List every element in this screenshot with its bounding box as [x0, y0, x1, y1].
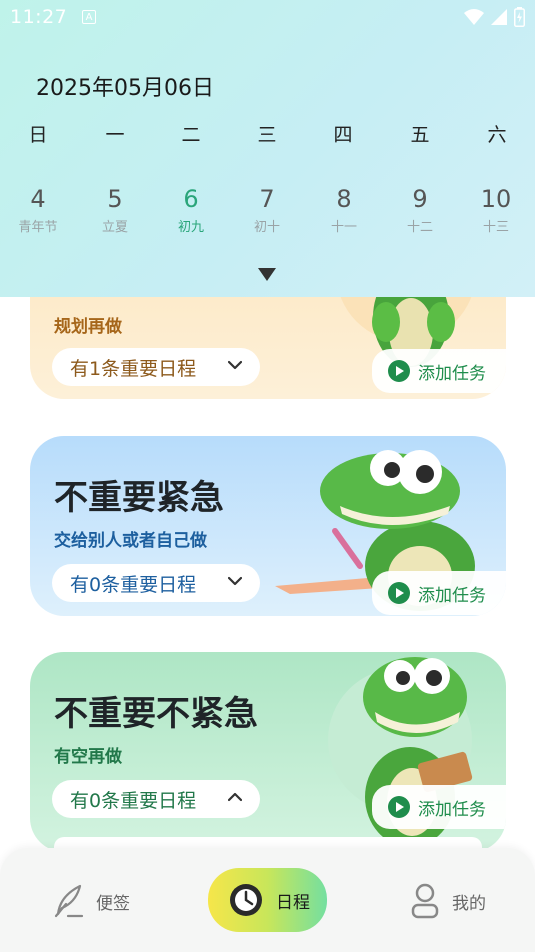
chevron-down-icon: [228, 576, 242, 586]
nav-label: 便签: [96, 893, 130, 914]
weekday-label: 二: [181, 124, 201, 146]
add-task-label: 添加任务: [418, 363, 486, 384]
notification-icon: A: [82, 10, 96, 24]
user-icon: [411, 883, 439, 919]
weekday-label: 五: [410, 124, 430, 146]
weekday-label: 日: [28, 124, 48, 146]
card-title: 不重要紧急: [54, 478, 224, 518]
quadrant-card-not-important-urgent: 不重要紧急 交给别人或者自己做 有0条重要日程 添加任务: [30, 436, 506, 616]
clock-icon: [230, 884, 262, 916]
lunar-date: 初九: [177, 220, 204, 235]
day-cell[interactable]: 9 十二: [385, 184, 455, 235]
current-date[interactable]: 2025年05月06日: [36, 70, 214, 102]
wifi-icon: [464, 9, 484, 25]
status-time: 11:27: [10, 6, 68, 28]
lunar-date: 初十: [253, 220, 280, 235]
quill-icon: [54, 884, 84, 918]
day-cell[interactable]: 5 立夏: [80, 184, 150, 235]
expand-calendar-icon[interactable]: [258, 268, 276, 282]
lunar-date: 青年节: [18, 220, 58, 235]
day-cell[interactable]: 8 十一: [309, 184, 379, 235]
weekday-label: 一: [105, 124, 125, 146]
day-cell[interactable]: 10 十三: [461, 184, 531, 235]
schedule-count-dropdown[interactable]: 有0条重要日程: [52, 564, 260, 602]
play-circle-icon: [388, 360, 410, 382]
day-number: 5: [107, 185, 123, 213]
weekday-label: 三: [257, 124, 277, 146]
status-bar: 11:27 A: [0, 0, 535, 36]
add-task-button[interactable]: 添加任务: [372, 785, 506, 829]
day-number: 4: [30, 185, 46, 213]
schedule-count-dropdown[interactable]: 有0条重要日程: [52, 780, 260, 818]
bottom-navigation: 便签 日程 我的: [0, 848, 535, 952]
schedule-count-label: 有1条重要日程: [70, 357, 197, 380]
lunar-date: 十二: [406, 220, 433, 235]
weekday-label: 六: [487, 124, 507, 146]
add-task-label: 添加任务: [418, 799, 486, 820]
weekday-label: 四: [333, 124, 353, 146]
status-icons: [464, 7, 525, 27]
day-cell[interactable]: 4 青年节: [3, 184, 73, 235]
add-task-label: 添加任务: [418, 585, 486, 606]
play-circle-icon: [388, 796, 410, 818]
day-number: 7: [259, 185, 275, 213]
card-subtitle: 有空再做: [54, 747, 122, 767]
signal-icon: [491, 9, 507, 25]
day-cell-selected[interactable]: 6 初九: [156, 184, 226, 235]
play-circle-icon: [388, 582, 410, 604]
schedule-count-label: 有0条重要日程: [70, 573, 197, 596]
day-number: 10: [480, 185, 512, 213]
chevron-down-icon: [228, 360, 242, 370]
day-number: 9: [412, 185, 428, 213]
lunar-date: 十一: [330, 220, 357, 235]
card-title: 不重要不紧急: [54, 694, 258, 734]
battery-icon: [514, 7, 525, 27]
day-cell[interactable]: 7 初十: [232, 184, 302, 235]
card-subtitle: 规划再做: [54, 317, 122, 337]
nav-label: 我的: [452, 893, 486, 914]
day-number: 8: [336, 185, 352, 213]
quadrant-card-not-important-not-urgent: 不重要不紧急 有空再做 有0条重要日程 添加任务: [30, 652, 506, 852]
lunar-date: 立夏: [101, 220, 128, 235]
lunar-date: 十三: [482, 220, 509, 235]
day-number: 6: [183, 185, 199, 213]
nav-item-schedule[interactable]: 日程: [208, 868, 327, 932]
calendar-header: 11:27 A 2025年05月06日 日 一 二 三 四 五 六 4 青年节 …: [0, 0, 535, 297]
nav-item-notes[interactable]: 便签: [52, 870, 130, 932]
schedule-count-label: 有0条重要日程: [70, 789, 197, 812]
add-task-button[interactable]: 添加任务: [372, 571, 506, 615]
nav-item-profile[interactable]: 我的: [410, 870, 486, 932]
card-subtitle: 交给别人或者自己做: [54, 531, 207, 551]
chevron-up-icon: [228, 792, 242, 802]
schedule-count-dropdown[interactable]: 有1条重要日程: [52, 348, 260, 386]
nav-label: 日程: [276, 892, 310, 913]
add-task-button[interactable]: 添加任务: [372, 349, 506, 393]
